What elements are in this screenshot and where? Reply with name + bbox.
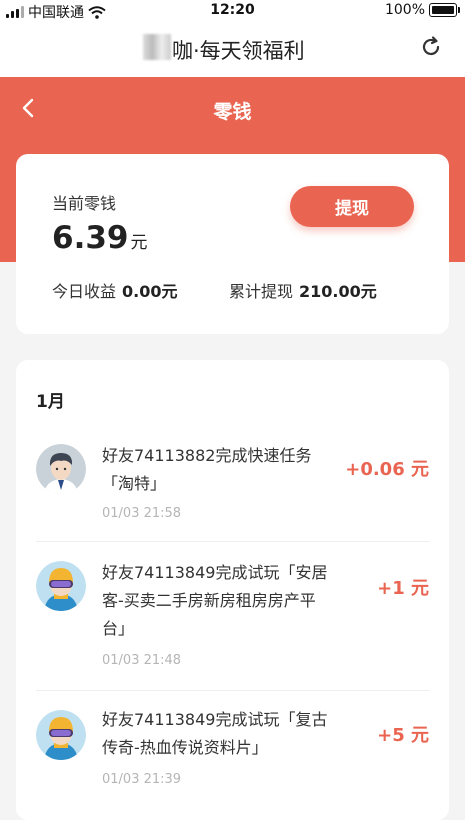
divider — [36, 541, 429, 542]
blurred-logo — [143, 34, 171, 60]
balance-card: 当前零钱 6.39 元 提现 今日收益 0.00元 累计提现 210.00元 — [16, 154, 449, 334]
record-text: 好友74113882完成快速任务「淘特」 — [102, 446, 312, 493]
skier-avatar-icon — [36, 710, 86, 760]
withdraw-button[interactable]: 提现 — [290, 186, 414, 227]
app-title: 咖·每天领福利 — [172, 39, 305, 63]
month-header: 1月 — [36, 392, 65, 412]
record-amount: +1 元 — [377, 578, 429, 599]
list-item[interactable]: 好友74113849完成试玩「复古传奇-热血传说资料片」 01/03 21:39… — [36, 706, 429, 806]
record-time: 01/03 21:58 — [102, 506, 182, 521]
record-text: 好友74113849完成试玩「复古传奇-热血传说资料片」 — [102, 710, 328, 757]
record-time: 01/03 21:39 — [102, 772, 182, 787]
record-text: 好友74113849完成试玩「安居客-买卖二手房新房租房房产平台」 — [102, 563, 328, 638]
balance-unit: 元 — [130, 233, 148, 253]
record-time: 01/03 21:48 — [102, 653, 182, 668]
balance-label: 当前零钱 — [52, 194, 117, 213]
total-withdrawn-label: 累计提现 — [229, 282, 294, 301]
list-item[interactable]: 好友74113849完成试玩「安居客-买卖二手房新房租房房产平台」 01/03 … — [36, 559, 429, 677]
balance-amount: 6.39 元 — [52, 220, 148, 256]
total-withdrawn: 累计提现 210.00元 — [229, 278, 377, 302]
today-earnings-label: 今日收益 — [52, 282, 117, 301]
app-title-bar: 咖·每天领福利 — [0, 22, 465, 77]
total-withdrawn-value: 210.00元 — [299, 282, 377, 301]
status-bar: 中国联通 12:20 100% — [0, 0, 465, 22]
male-avatar-icon — [36, 444, 86, 494]
refresh-icon[interactable] — [419, 35, 443, 59]
divider — [36, 690, 429, 691]
skier-avatar-icon — [36, 561, 86, 611]
today-earnings-value: 0.00元 — [122, 282, 178, 301]
balance-value: 6.39 — [52, 220, 129, 256]
today-earnings: 今日收益 0.00元 — [52, 278, 178, 302]
record-amount: +5 元 — [377, 725, 429, 746]
battery-icon — [429, 3, 460, 17]
record-amount: +0.06 元 — [345, 459, 429, 480]
page-title: 零钱 — [213, 101, 252, 123]
records-list: 1月 好友74113882完成快速任务「淘特」 01/03 21:58 +0.0… — [16, 360, 449, 820]
list-item[interactable]: 好友74113882完成快速任务「淘特」 01/03 21:58 +0.06 元 — [36, 442, 429, 532]
battery-percent: 100% — [384, 2, 425, 18]
